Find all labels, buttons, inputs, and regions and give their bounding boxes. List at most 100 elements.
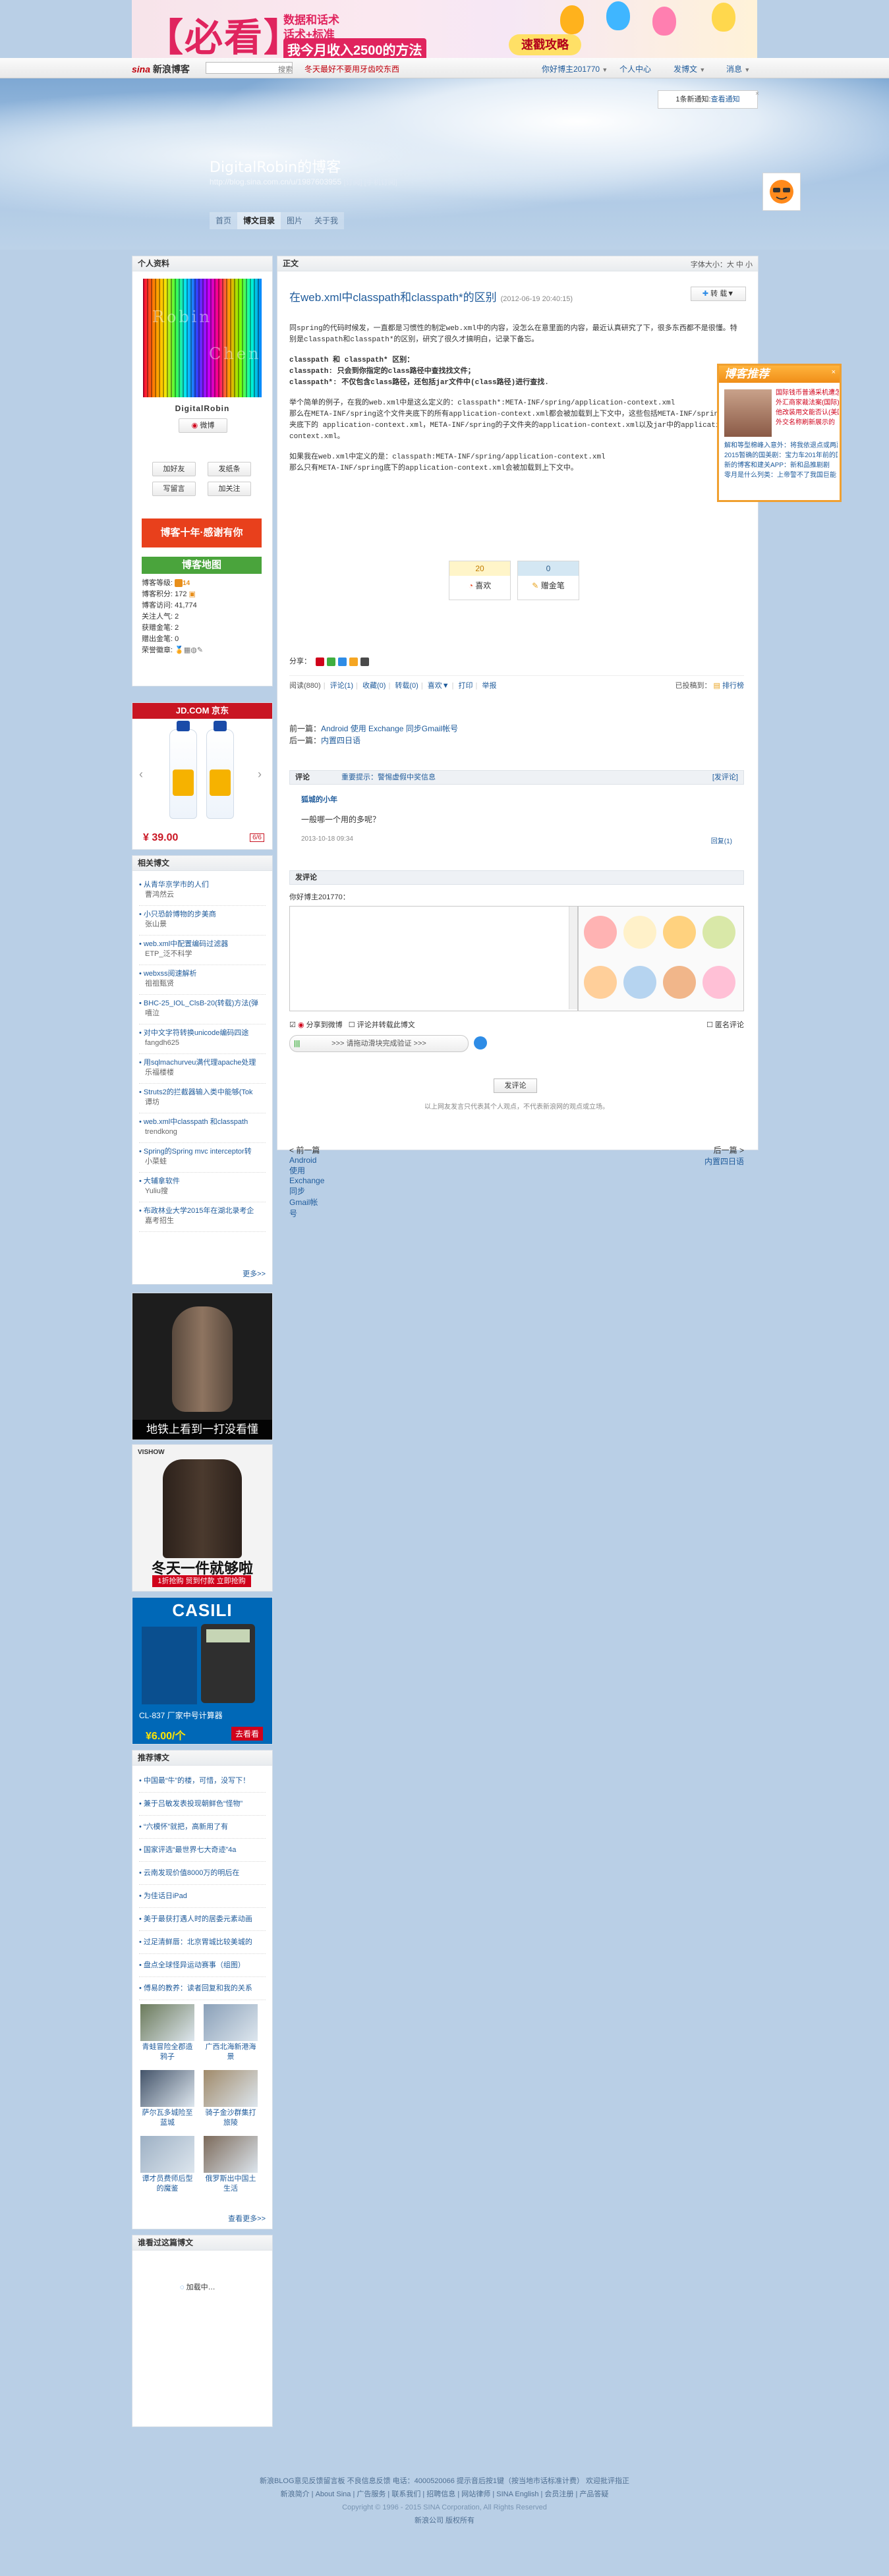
related-post-title[interactable]: BHC-25_IOL_ClsB-20(转载)方法(弹	[144, 999, 258, 1007]
search-button[interactable]: 搜索	[278, 64, 293, 74]
sidebar-ad-1[interactable]: 地铁上看到一打没看懂	[132, 1293, 273, 1440]
related-post-title[interactable]: 从青华京学市的人们	[144, 881, 209, 889]
related-post-title[interactable]: webxss阅速解析	[144, 970, 197, 978]
close-icon[interactable]: ×	[832, 368, 836, 376]
emoji-icon[interactable]	[703, 916, 735, 949]
thumbnail-image[interactable]	[140, 2136, 194, 2173]
thumbnail-image[interactable]	[140, 2004, 194, 2041]
anonymous-checkbox[interactable]: ☐	[706, 1021, 713, 1029]
emoji-icon[interactable]	[623, 966, 656, 999]
recommend-item[interactable]: 外汇商家裁法案(国际)	[776, 398, 839, 408]
footer-line-2[interactable]: 新浪简介 | About Sina | 广告服务 | 联系我们 | 招聘信息 |…	[0, 2488, 889, 2501]
related-post-item[interactable]: BHC-25_IOL_ClsB-20(转载)方法(弹嘻泣	[139, 995, 266, 1024]
related-post-title[interactable]: 对中文字符转换unicode编码四途	[144, 1029, 249, 1037]
tab-photos[interactable]: 图片	[281, 212, 309, 229]
tab-about[interactable]: 关于我	[308, 212, 345, 229]
reply-link[interactable]: 回复(1)	[711, 835, 732, 845]
more-share-icon[interactable]	[360, 657, 370, 666]
related-post-item[interactable]: 对中文字符转换unicode编码四途 fangdh625	[139, 1024, 266, 1054]
textarea-scrollbar[interactable]	[569, 907, 577, 1009]
recommended-post-item[interactable]: 云南发现价值8000万的明后在	[139, 1862, 266, 1885]
related-post-author[interactable]: ETP_泛不科学	[145, 950, 192, 958]
article-title-text[interactable]: 在web.xml中classpath和classpath*的区别	[289, 291, 497, 304]
bottom-prev-link[interactable]: Android 使用 Exchange 同步Gmail帐号	[289, 1156, 324, 1219]
prev-post-link[interactable]: Android 使用 Exchange 同步Gmail帐号	[321, 724, 458, 733]
related-post-title[interactable]: 用sqlmachurveu满代理apache处理	[144, 1059, 256, 1067]
recommended-post-item[interactable]: 过足清鲜唇：北京胃城比较美城的	[139, 1931, 266, 1954]
related-post-item[interactable]: 用sqlmachurveu满代理apache处理乐福楼楼	[139, 1054, 266, 1084]
recommended-thumbnail[interactable]: 谭才员费师后型的魔鉴	[140, 2136, 194, 2194]
related-post-author[interactable]: 嘉考招生	[145, 1217, 174, 1225]
emoji-icon[interactable]	[703, 966, 735, 999]
related-post-item[interactable]: Spring的Spring mvc interceptor转小菜蛙	[139, 1143, 266, 1173]
thumbnail-caption[interactable]: 萨尔瓦多城险至蓝城	[140, 2108, 194, 2128]
related-post-item[interactable]: web.xml中classpath 和classpath trendkong	[139, 1113, 266, 1143]
comment-textarea[interactable]	[289, 906, 578, 1011]
blog-title[interactable]: DigitalRobin的博客	[210, 155, 341, 177]
recommended-thumbnail[interactable]: 骑子金沙群集打旅陵	[204, 2070, 258, 2128]
related-post-item[interactable]: 大辅拿软件 Yuliu搜	[139, 1173, 266, 1202]
related-post-author[interactable]: 张山景	[145, 920, 167, 928]
sidebar-ad-3[interactable]: CASILI CL-837 厂家中号计算器 ¥6.00/个 去看看	[132, 1597, 273, 1745]
emoji-icon[interactable]	[663, 916, 696, 949]
like-dropdown[interactable]: 喜欢▼	[428, 682, 449, 690]
ad-cta-button[interactable]: 速戳攻略	[509, 34, 581, 55]
related-post-title[interactable]: web.xml中classpath 和classpath	[144, 1118, 248, 1126]
recommended-post-item[interactable]: 傅易的教养：读者回复和我的关系	[139, 1977, 266, 2000]
collect-link[interactable]: 收藏(0)	[362, 682, 386, 690]
comment-author[interactable]: 狐城的小年	[301, 794, 744, 804]
emoji-icon[interactable]	[584, 916, 617, 949]
recommended-post-item[interactable]: 盘点全球怪异运动赛事（组图）	[139, 1954, 266, 1977]
related-post-author[interactable]: 祖祖甄贤	[145, 980, 174, 988]
recommend-item[interactable]: 2015暂确的国美剧：宝力车201年前的国全	[724, 451, 838, 461]
profile-avatar[interactable]: Robin Chen	[143, 279, 262, 397]
related-post-author[interactable]: 谭坊	[145, 1098, 159, 1106]
related-post-title[interactable]: 布政林业大学2015年在湖北录考企	[144, 1207, 254, 1215]
related-post-title[interactable]: web.xml中配置编码过滤器	[144, 940, 228, 948]
related-post-author[interactable]: trendkong	[145, 1128, 177, 1136]
recommended-thumbnail[interactable]: 俄罗斯出中国土生活	[204, 2136, 258, 2194]
recommend-item[interactable]: 零月是什么列类：上帝警不了我国巨能	[724, 470, 838, 480]
recommended-thumbnail[interactable]: 广西北海新港海景	[204, 2004, 258, 2062]
weibo-button[interactable]: ◉ 微博	[179, 418, 227, 433]
thumbnail-caption[interactable]: 青蛙冒险全郡造鸦子	[140, 2042, 194, 2062]
repost-count-link[interactable]: 转载(0)	[395, 682, 418, 690]
related-post-author[interactable]: 曹鸿然云	[145, 891, 174, 899]
thumbnail-caption[interactable]: 广西北海新港海景	[204, 2042, 258, 2062]
nav-personal-center[interactable]: 个人中心	[619, 63, 651, 74]
print-link[interactable]: 打印	[459, 682, 473, 690]
related-post-title[interactable]: Spring的Spring mvc interceptor转	[144, 1148, 252, 1156]
weibo-share-icon[interactable]	[316, 657, 325, 666]
jd-sidebar-ad[interactable]: JD.COM 京东 ‹ › ¥ 39.00 6/6	[132, 702, 273, 850]
recommend-item[interactable]: 新的博客和建关APP：新和品推剧剧	[724, 461, 838, 470]
recommend-item[interactable]: 国际钱币普通采机遭怎么了	[776, 388, 839, 398]
nav-user-menu[interactable]: 你好博主201770 ▼	[542, 63, 608, 74]
emoji-icon[interactable]	[663, 966, 696, 999]
bottom-next-link[interactable]: 内置四日语	[691, 1156, 744, 1167]
post-comment-link[interactable]: [发评论]	[712, 771, 738, 784]
related-post-item[interactable]: web.xml中配置编码过滤器 ETP_泛不科学	[139, 936, 266, 965]
thumbnail-caption[interactable]: 骑子金沙群集打旅陵	[204, 2108, 258, 2128]
badge-icon[interactable]: ▦	[184, 646, 190, 654]
blog-map-banner[interactable]: 博客地图	[142, 557, 262, 574]
related-post-title[interactable]: 小只恐龄博物的步美商	[144, 910, 216, 918]
sidebar-ad-2[interactable]: VISHOW 冬天一件就够啦 1折抢购 贸到付款 立即抢购	[132, 1444, 273, 1592]
qzone-share-icon[interactable]	[349, 657, 358, 666]
related-post-title[interactable]: 大辅拿软件	[144, 1177, 180, 1185]
emoji-icon[interactable]	[623, 916, 656, 949]
recommend-image[interactable]	[724, 389, 772, 437]
sina-logo[interactable]: sina 新浪博客	[132, 63, 190, 76]
share-to-weibo-checkbox[interactable]: ☑	[289, 1021, 296, 1029]
footer-line-1[interactable]: 新浪BLOG意见反馈留言板 不良信息反馈 电话：4000520066 提示音后按…	[0, 2475, 889, 2488]
more-recommended-link[interactable]: 查看更多>>	[228, 2213, 266, 2224]
related-post-author[interactable]: 小菜蛙	[145, 1158, 167, 1165]
recommended-post-item[interactable]: 国家评选“最世界七大奇迹”4a	[139, 1839, 266, 1862]
badge-icon[interactable]: 🏅	[175, 646, 184, 654]
recommend-item[interactable]: 他改装用文能否认(美国所)	[776, 408, 839, 418]
like-button[interactable]: 20 ◔ 喜欢	[449, 561, 511, 600]
related-post-author[interactable]: fangdh625	[145, 1039, 179, 1047]
related-post-author[interactable]: 嘻泣	[145, 1009, 159, 1017]
related-post-item[interactable]: Struts2的拦截器输入类中能够(Tok 谭坊	[139, 1084, 266, 1113]
tab-article-list[interactable]: 博文目录	[237, 212, 281, 229]
next-post-link[interactable]: 内置四日语	[321, 736, 360, 745]
